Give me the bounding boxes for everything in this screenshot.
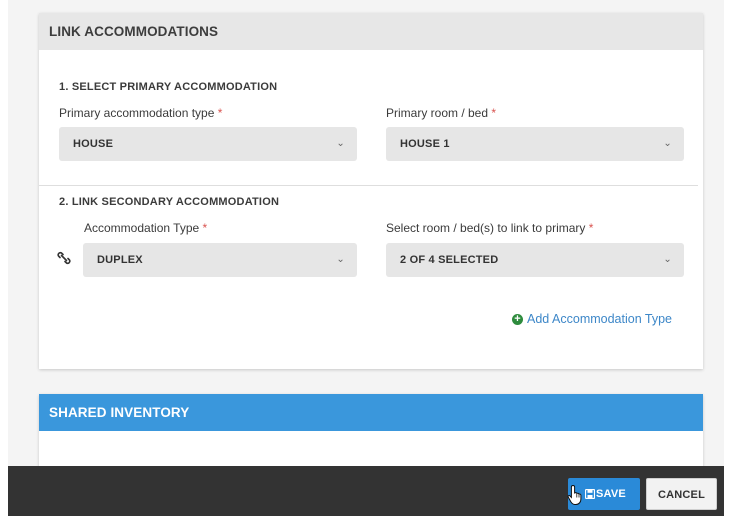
primary-section-title: 1. SELECT PRIMARY ACCOMMODATION (59, 81, 278, 93)
required-mark: * (491, 106, 497, 120)
secondary-room-select[interactable]: 2 OF 4 SELECTED ⌄ (386, 243, 684, 277)
hand-pointer-icon (567, 484, 582, 505)
primary-type-label: Primary accommodation type * (59, 106, 223, 120)
secondary-type-label: Accommodation Type * (84, 221, 208, 235)
add-accommodation-type-link[interactable]: + Add Accommodation Type (512, 312, 672, 326)
plus-circle-icon: + (512, 313, 523, 325)
required-mark: * (588, 221, 594, 235)
secondary-room-label: Select room / bed(s) to link to primary … (386, 221, 594, 235)
primary-type-select[interactable]: HOUSE ⌄ (59, 127, 357, 161)
window-bottom-edge (0, 516, 731, 524)
required-mark: * (217, 106, 223, 120)
floppy-disk-icon (585, 489, 595, 499)
chevron-down-icon: ⌄ (336, 138, 345, 149)
chevron-down-icon: ⌄ (336, 254, 345, 265)
primary-room-select[interactable]: HOUSE 1 ⌄ (386, 127, 684, 161)
chevron-down-icon: ⌄ (663, 254, 672, 265)
chevron-down-icon: ⌄ (663, 138, 672, 149)
cancel-button[interactable]: CANCEL (646, 478, 717, 510)
secondary-section-title: 2. LINK SECONDARY ACCOMMODATION (59, 196, 280, 208)
required-mark: * (202, 221, 208, 235)
secondary-type-select[interactable]: DUPLEX ⌄ (83, 243, 357, 277)
section-divider (39, 185, 698, 186)
shared-inventory-card: SHARED INVENTORY (39, 394, 703, 474)
link-icon[interactable] (57, 251, 71, 265)
link-accommodations-header: LINK ACCOMMODATIONS (39, 13, 703, 50)
shared-inventory-header[interactable]: SHARED INVENTORY (39, 394, 703, 431)
primary-room-label: Primary room / bed * (386, 106, 497, 120)
